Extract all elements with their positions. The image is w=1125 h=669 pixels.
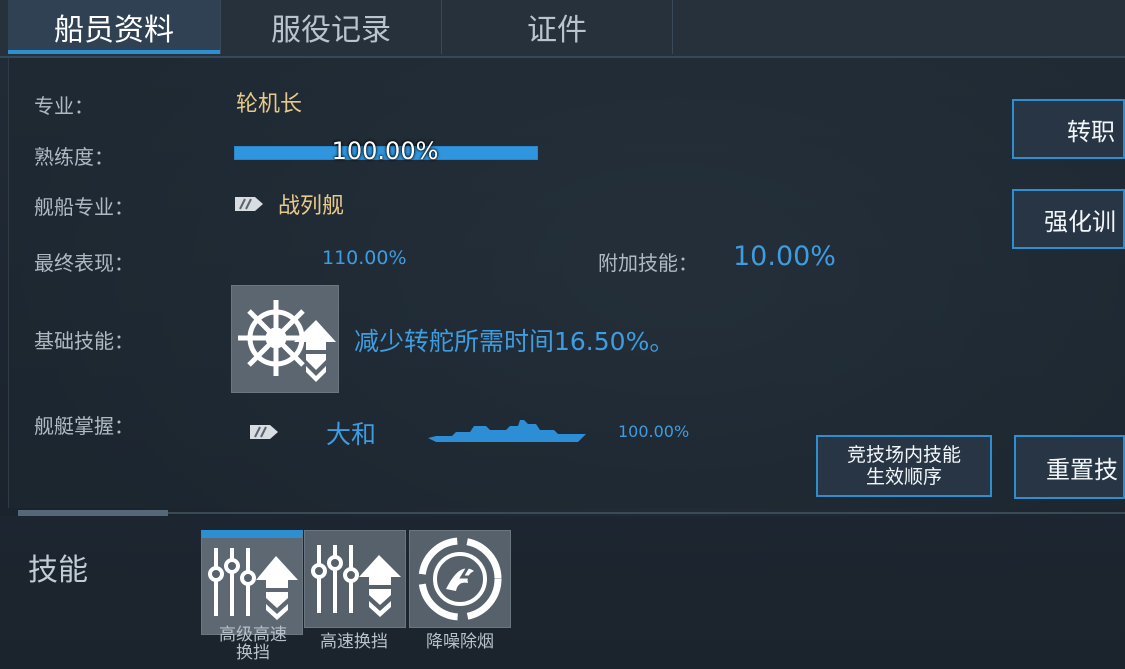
proficiency-label: 熟练度： <box>34 145 114 169</box>
base-skill-description: 减少转舵所需时间16.50%。 <box>354 327 675 356</box>
noise-smoke-reduction-icon <box>418 537 502 621</box>
skill-name-noise-smoke-reduction: 降噪除烟 <box>405 633 515 651</box>
tab-service-record[interactable]: 服役记录 <box>221 0 442 54</box>
section-divider-accent <box>18 510 168 516</box>
specialty-value: 轮机长 <box>236 92 303 117</box>
specialty-label: 专业： <box>34 94 94 118</box>
ship-specialty-value: 战列舰 <box>278 194 345 219</box>
arena-order-line2: 生效顺序 <box>865 466 942 488</box>
skill-name-advanced-gear-shift: 高级高速 换挡 <box>198 626 308 662</box>
ship-wheel-upgrade-icon <box>238 300 336 382</box>
skill-slot-noise-smoke-reduction[interactable] <box>409 530 511 628</box>
ship-mastery-label: 舰艇掌握： <box>34 414 134 438</box>
final-performance-label: 最终表现： <box>34 251 134 275</box>
battleship-silhouette-icon <box>428 420 586 442</box>
tab-certificates[interactable]: 证件 <box>442 0 673 54</box>
change-job-button[interactable]: 转职 <box>1012 99 1125 159</box>
ship-class-tag-icon <box>250 425 278 439</box>
skill-name-line1: 降噪除烟 <box>426 632 494 652</box>
extra-skill-value: 10.00% <box>733 241 836 272</box>
ship-specialty-label: 舰船专业： <box>34 195 134 219</box>
ship-class-tag-icon <box>235 197 263 211</box>
tab-bar: 船员资料 服役记录 证件 <box>0 0 1125 58</box>
skill-slot-advanced-gear-shift[interactable] <box>201 530 303 635</box>
gear-shift-icon <box>311 545 401 617</box>
ship-mastery-value: 100.00% <box>618 422 690 441</box>
proficiency-value: 100.00% <box>331 137 439 165</box>
gear-shift-upgrade-icon <box>208 548 298 620</box>
skills-section <box>0 516 1125 669</box>
extra-skill-label: 附加技能： <box>598 251 698 275</box>
ship-mastery-name: 大和 <box>326 420 377 449</box>
tab-crew-info[interactable]: 船员资料 <box>8 0 221 54</box>
enhance-training-button[interactable]: 强化训 <box>1012 189 1125 249</box>
reset-skills-button[interactable]: 重置技 <box>1014 435 1125 499</box>
skill-name-line1: 高级高速 <box>219 625 287 645</box>
skill-name-line1: 高速换挡 <box>320 632 388 652</box>
base-skill-icon-box[interactable] <box>231 285 339 393</box>
arena-order-line1: 竞技场内技能 <box>846 444 961 466</box>
final-performance-value: 110.00% <box>322 247 407 269</box>
arena-skill-order-button[interactable]: 竞技场内技能 生效顺序 <box>816 435 992 497</box>
base-skill-label: 基础技能： <box>34 329 134 353</box>
skills-title: 技能 <box>28 553 88 588</box>
section-divider <box>18 512 1125 514</box>
skill-name-line2: 换挡 <box>236 643 270 663</box>
skill-name-gear-shift: 高速换挡 <box>299 633 409 651</box>
skill-slot-gear-shift[interactable] <box>304 530 406 628</box>
